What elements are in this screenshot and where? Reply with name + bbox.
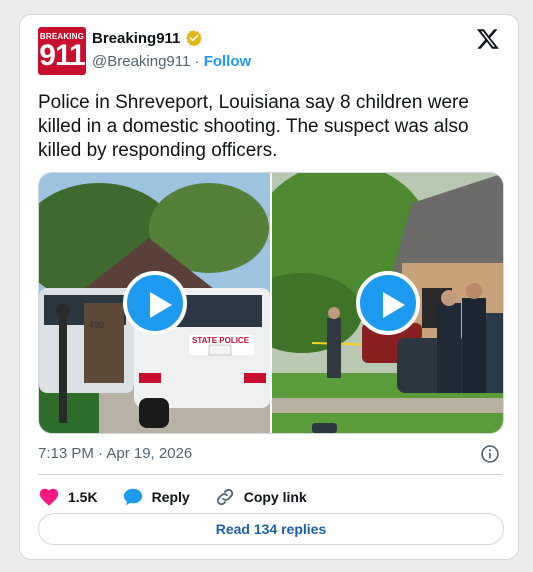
name-row: Breaking911 xyxy=(92,29,203,47)
reply-button[interactable]: Reply xyxy=(122,486,190,508)
link-icon xyxy=(216,488,233,506)
vehicle-number: 499 xyxy=(89,320,104,330)
handle[interactable]: @Breaking911 xyxy=(92,53,190,70)
heart-icon xyxy=(39,488,59,506)
action-bar: 1.5K Reply Copy link xyxy=(38,483,331,511)
x-logo-icon[interactable] xyxy=(476,27,500,51)
info-icon[interactable] xyxy=(480,444,500,464)
copy-link-button[interactable]: Copy link xyxy=(214,486,307,508)
avatar-number: 911 xyxy=(39,39,85,72)
like-count: 1.5K xyxy=(68,489,98,505)
display-name[interactable]: Breaking911 xyxy=(92,30,180,47)
verified-badge-icon xyxy=(186,30,203,47)
video-thumbnail-1[interactable]: STATE POLICE 499 xyxy=(39,173,270,433)
play-button-icon[interactable] xyxy=(355,271,420,335)
speech-bubble-icon xyxy=(123,488,142,506)
media-grid: STATE POLICE 499 xyxy=(38,172,504,434)
video-thumbnail-2[interactable] xyxy=(272,173,503,433)
play-button-icon[interactable] xyxy=(122,271,187,335)
like-button[interactable]: 1.5K xyxy=(38,486,98,508)
state-police-text: STATE POLICE xyxy=(192,336,250,345)
reply-label: Reply xyxy=(151,489,190,505)
divider xyxy=(38,474,502,475)
tweet-header: BREAKING 911 Breaking911 @Breaking911 · … xyxy=(38,27,502,75)
read-replies-button[interactable]: Read 134 replies xyxy=(38,513,504,545)
copy-link-label: Copy link xyxy=(243,489,307,505)
tweet-card: BREAKING 911 Breaking911 @Breaking911 · … xyxy=(19,14,519,560)
separator: · xyxy=(194,53,200,70)
follow-button[interactable]: Follow xyxy=(204,53,252,70)
handle-row: @Breaking911 · Follow xyxy=(92,53,251,70)
timestamp[interactable]: 7:13 PM · Apr 19, 2026 xyxy=(38,445,192,462)
avatar[interactable]: BREAKING 911 xyxy=(38,27,86,75)
tweet-text: Police in Shreveport, Louisiana say 8 ch… xyxy=(38,92,469,161)
